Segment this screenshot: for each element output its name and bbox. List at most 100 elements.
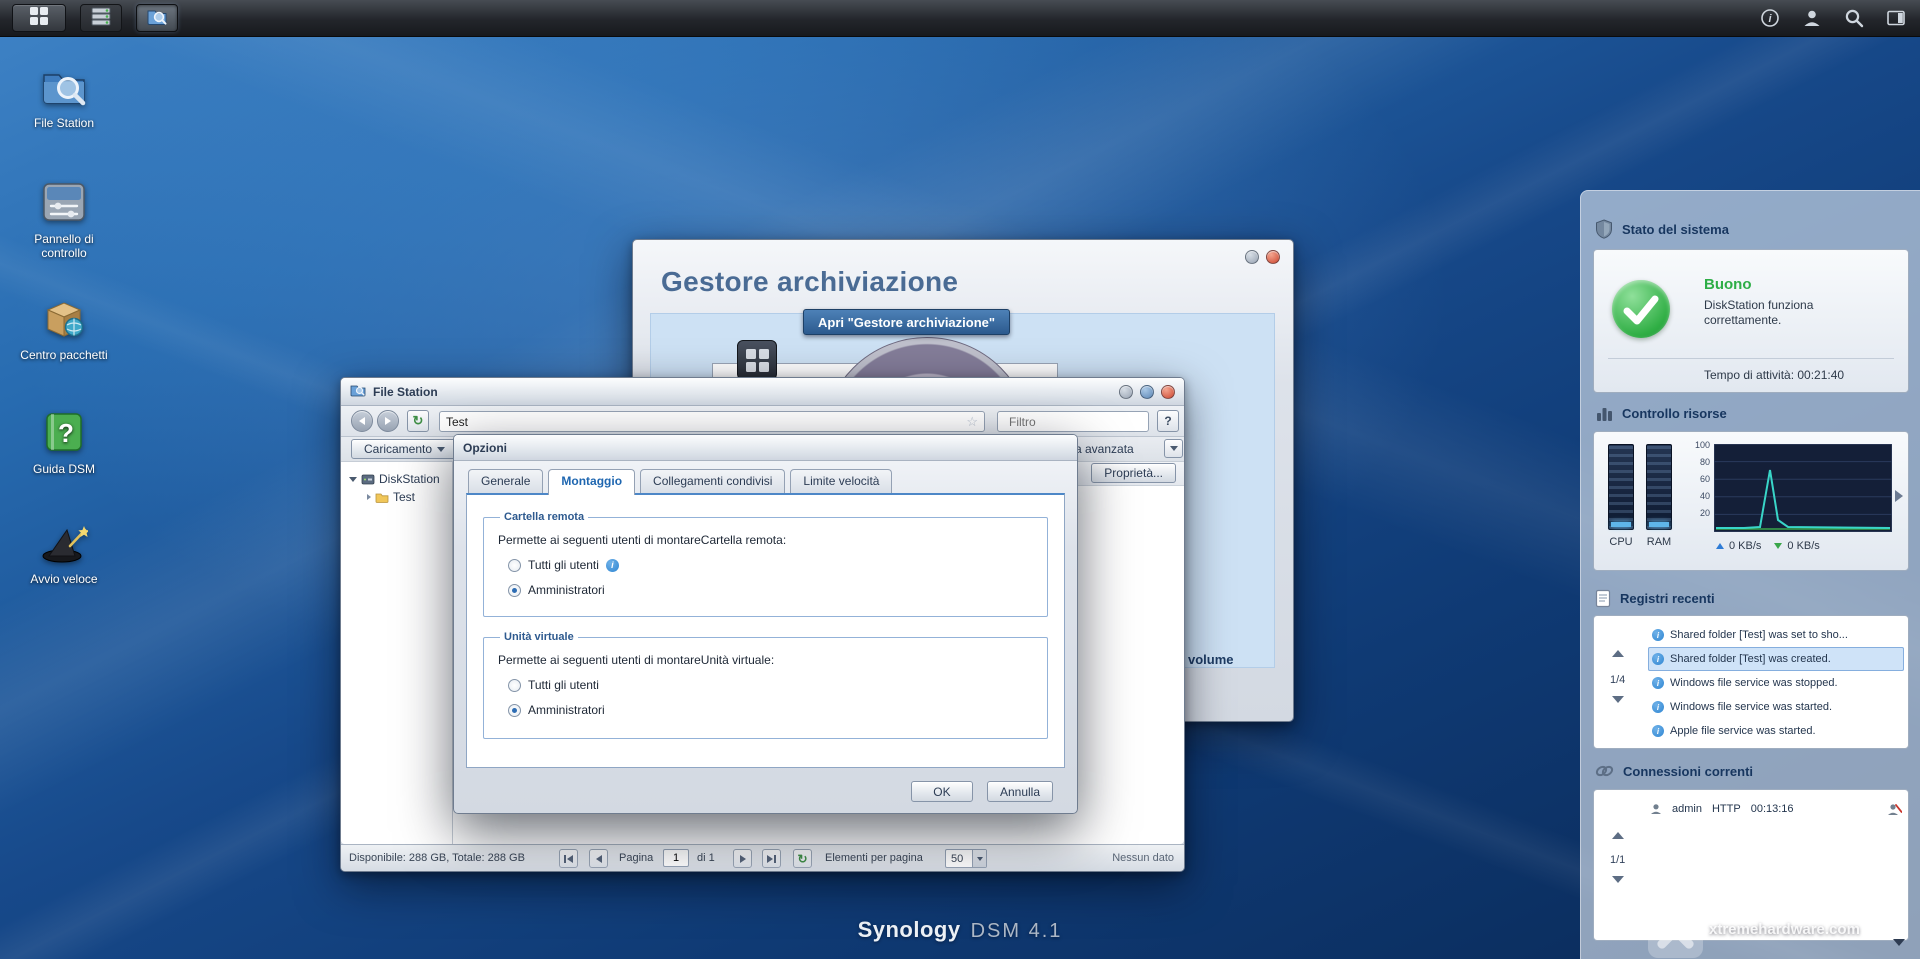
- taskbar-right: i: [1760, 8, 1906, 28]
- radio-row-all-users[interactable]: Tutti gli utenti: [508, 678, 1035, 692]
- filter-field[interactable]: [997, 411, 1164, 432]
- dialog-tabs: Generale Montaggio Collegamenti condivis…: [468, 469, 897, 495]
- dialog-body: Cartella remota Permette ai seguenti ute…: [466, 493, 1065, 768]
- address-bar[interactable]: ☆: [439, 411, 985, 432]
- tab-generale[interactable]: Generale: [468, 469, 544, 493]
- capacity-text: Disponibile: 288 GB, Totale: 288 GB: [349, 852, 525, 864]
- desktop-icon-quick-start[interactable]: Avvio veloce: [14, 518, 114, 586]
- radio-button[interactable]: [508, 558, 521, 572]
- logs-page-down-icon[interactable]: [1612, 696, 1624, 703]
- file-station-icon: [40, 62, 88, 110]
- resource-monitor-header[interactable]: Controllo risorse: [1595, 404, 1727, 422]
- cpu-label: CPU: [1609, 536, 1633, 548]
- tab-limite-velocita[interactable]: Limite velocità: [790, 469, 893, 493]
- widget-panel-toggle-icon[interactable]: [1886, 8, 1906, 28]
- log-entry-selected[interactable]: i Shared folder [Test] was created.: [1648, 647, 1904, 671]
- tab-montaggio[interactable]: Montaggio: [548, 469, 636, 495]
- info-icon[interactable]: i: [605, 558, 619, 572]
- minimize-button[interactable]: [1245, 250, 1259, 264]
- tree-item-test[interactable]: Test: [341, 488, 452, 506]
- select-arrow[interactable]: [972, 850, 986, 867]
- connection-row[interactable]: admin HTTP 00:13:16: [1650, 798, 1902, 820]
- forward-button[interactable]: [377, 410, 399, 432]
- desktop-icon-control-panel[interactable]: Pannello di controllo: [14, 178, 114, 260]
- filter-input[interactable]: [1009, 414, 1164, 429]
- tree-expander-icon[interactable]: [367, 494, 371, 500]
- log-entry[interactable]: i Apple file service was started.: [1648, 719, 1904, 743]
- quick-start-icon: [40, 518, 90, 566]
- taskbar-file-station-button[interactable]: [136, 4, 178, 32]
- upload-arrow-icon: [1716, 543, 1724, 549]
- log-entry[interactable]: i Windows file service was stopped.: [1648, 671, 1904, 695]
- connections-page-up-icon[interactable]: [1612, 832, 1624, 839]
- current-connections-box: 1/1 admin HTTP 00:13:16: [1593, 789, 1909, 941]
- logs-page-up-icon[interactable]: [1612, 650, 1624, 657]
- last-page-button[interactable]: [762, 849, 781, 868]
- ok-button[interactable]: OK: [910, 781, 973, 802]
- tree-item-diskstation[interactable]: DiskStation: [341, 470, 452, 488]
- properties-button[interactable]: Proprietà...: [1091, 463, 1176, 483]
- shield-icon: [1596, 219, 1612, 239]
- tree-item-label: DiskStation: [379, 472, 440, 486]
- back-button[interactable]: [351, 410, 373, 432]
- desktop-icon-dsm-help[interactable]: ? Guida DSM: [14, 408, 114, 476]
- header-label: Controllo risorse: [1622, 405, 1727, 421]
- recent-logs-header[interactable]: Registri recenti: [1595, 589, 1715, 608]
- next-resource-page-icon[interactable]: [1895, 490, 1903, 502]
- control-panel-icon: [40, 178, 88, 226]
- radio-row-administrators[interactable]: Amministratori: [508, 583, 1035, 597]
- upload-label: Caricamento: [364, 442, 433, 456]
- minimize-button[interactable]: [1119, 384, 1133, 399]
- radio-button-selected[interactable]: [508, 583, 521, 597]
- first-page-icon: [564, 854, 566, 863]
- panel-scroll-down-icon[interactable]: [1893, 939, 1905, 946]
- main-menu-button[interactable]: [12, 4, 66, 32]
- file-station-titlebar[interactable]: File Station: [341, 378, 1184, 406]
- info-icon: i: [1652, 701, 1664, 713]
- close-button[interactable]: [1161, 384, 1175, 399]
- address-input[interactable]: [446, 414, 962, 429]
- virtual-drive-description: Permette ai seguenti utenti di montareUn…: [498, 653, 775, 667]
- user-icon[interactable]: [1802, 8, 1822, 28]
- open-storage-manager-button[interactable]: Apri "Gestore archiviazione": [803, 309, 1011, 335]
- connections-page-indicator: 1/1: [1610, 854, 1626, 866]
- log-entry[interactable]: i Shared folder [Test] was set to sho...: [1648, 623, 1904, 647]
- cancel-button[interactable]: Annulla: [986, 781, 1053, 802]
- desktop-icon-package-center[interactable]: Centro pacchetti: [14, 294, 114, 362]
- refresh-button[interactable]: ↻: [407, 410, 429, 432]
- desktop-icon-label: Pannello di controllo: [34, 232, 94, 260]
- refresh-list-button[interactable]: ↻: [793, 849, 812, 868]
- radio-label: Tutti gli utenti: [528, 558, 599, 572]
- desktop-icon-file-station[interactable]: File Station: [14, 62, 114, 130]
- window-title: File Station: [373, 384, 438, 399]
- log-entry[interactable]: i Windows file service was started.: [1648, 695, 1904, 719]
- radio-row-all-users[interactable]: Tutti gli utenti i: [508, 558, 1035, 572]
- system-status-header[interactable]: Stato del sistema: [1595, 219, 1729, 239]
- tab-collegamenti-condivisi[interactable]: Collegamenti condivisi: [640, 469, 786, 493]
- first-page-button[interactable]: [559, 849, 578, 868]
- search-icon[interactable]: [1844, 8, 1864, 28]
- upload-button[interactable]: Caricamento: [351, 439, 459, 459]
- desktop-icon-label: File Station: [33, 116, 95, 130]
- prev-page-button[interactable]: [589, 849, 608, 868]
- disconnect-user-icon[interactable]: [1887, 803, 1902, 816]
- connections-page-down-icon[interactable]: [1612, 876, 1624, 883]
- help-button[interactable]: ?: [1157, 410, 1179, 432]
- radio-button-selected[interactable]: [508, 703, 521, 717]
- forward-icon: [385, 417, 391, 425]
- per-page-select[interactable]: 50: [945, 849, 987, 868]
- radio-row-administrators[interactable]: Amministratori: [508, 703, 1035, 717]
- first-page-icon: [567, 854, 573, 863]
- favorite-star-icon[interactable]: ☆: [966, 415, 978, 428]
- tree-expander-icon[interactable]: [349, 476, 357, 482]
- next-page-button[interactable]: [733, 849, 752, 868]
- advanced-search-toggle[interactable]: [1164, 439, 1183, 458]
- info-icon[interactable]: i: [1760, 8, 1780, 28]
- dialog-titlebar[interactable]: Opzioni: [454, 435, 1077, 461]
- maximize-button[interactable]: [1140, 384, 1154, 399]
- taskbar-storage-manager-button[interactable]: [80, 4, 122, 32]
- page-input[interactable]: [663, 849, 689, 867]
- radio-button[interactable]: [508, 678, 521, 692]
- current-connections-header[interactable]: Connessioni correnti: [1595, 763, 1753, 779]
- close-button[interactable]: [1266, 250, 1280, 264]
